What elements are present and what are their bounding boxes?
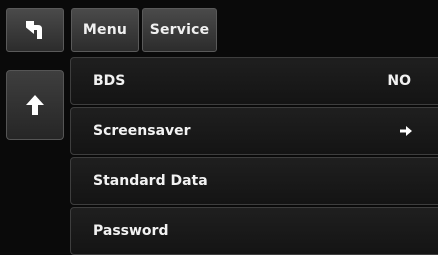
up-arrow-icon <box>26 95 44 115</box>
tab-service-label: Service <box>149 22 210 38</box>
screensaver-label: Screensaver <box>93 123 191 139</box>
tab-menu[interactable]: Menu <box>71 8 139 52</box>
back-button[interactable] <box>6 8 64 52</box>
right-arrow-icon <box>399 125 413 137</box>
standard-data-label: Standard Data <box>93 173 208 189</box>
tab-menu-label: Menu <box>82 22 128 38</box>
back-arrow-icon <box>26 21 42 39</box>
list-item-bds[interactable]: BDS NO <box>70 57 438 105</box>
list-item-screensaver[interactable]: Screensaver <box>70 107 438 155</box>
list-item-standard-data[interactable]: Standard Data <box>70 157 438 205</box>
list-item-password[interactable]: Password <box>70 207 438 255</box>
tab-service[interactable]: Service <box>142 8 217 52</box>
bds-value: NO <box>387 73 411 89</box>
bds-label: BDS <box>93 73 126 89</box>
screen: Menu Service BDS NO Screensaver Standard… <box>0 0 438 255</box>
password-label: Password <box>93 223 169 239</box>
scroll-up-button[interactable] <box>6 70 64 140</box>
